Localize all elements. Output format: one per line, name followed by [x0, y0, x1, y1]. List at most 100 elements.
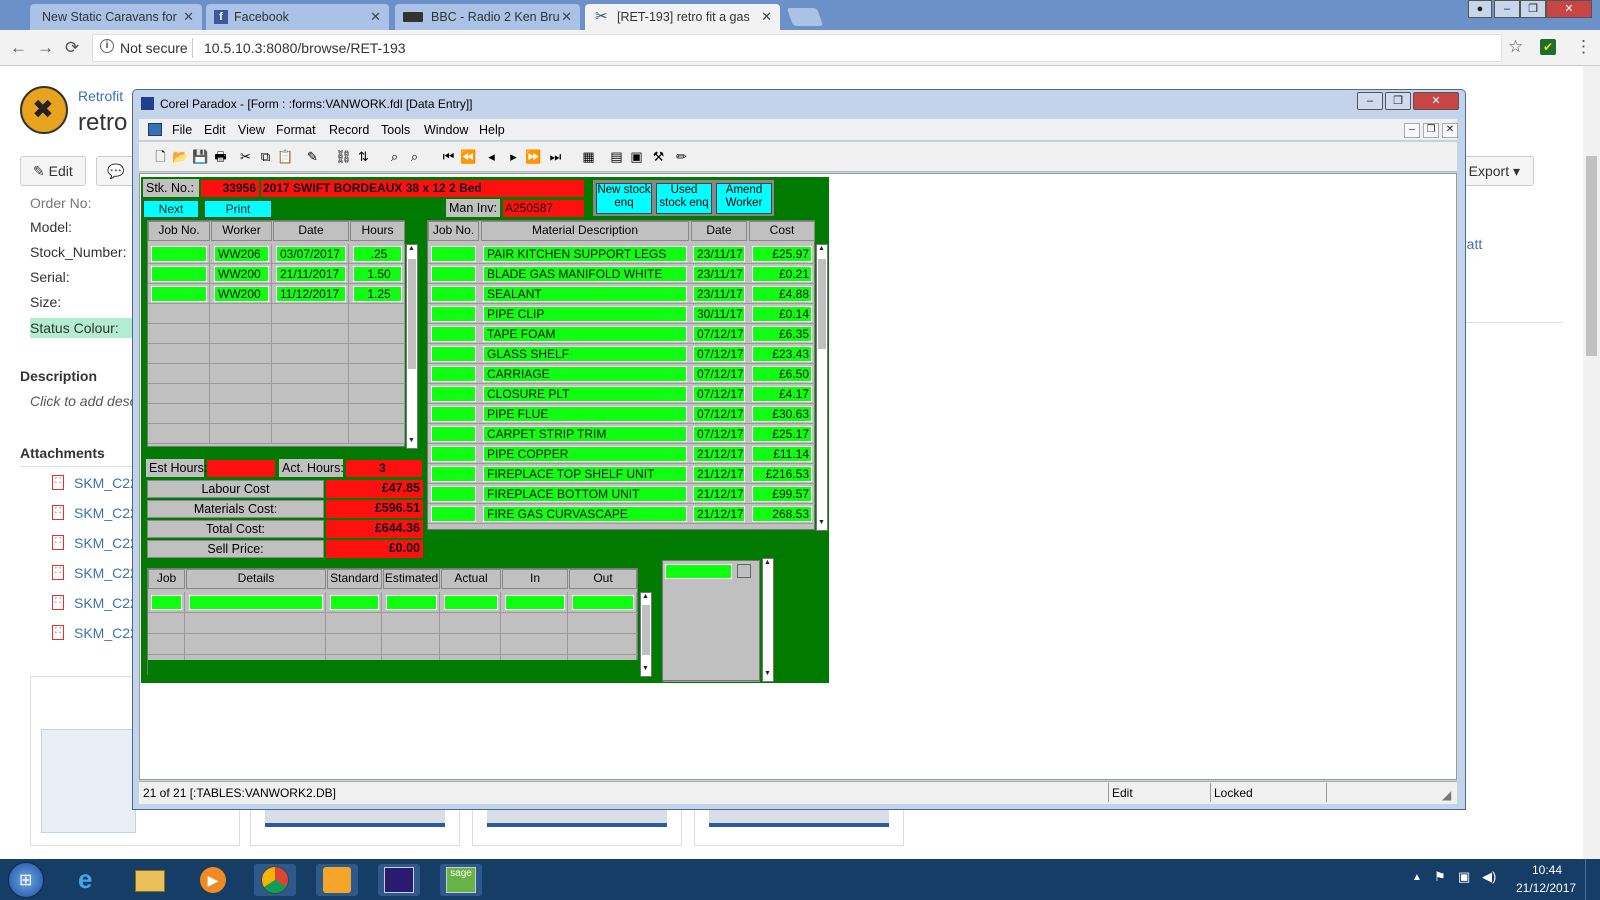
cell-date[interactable]: 21/12/17: [693, 486, 745, 502]
total-value[interactable]: £47.85: [326, 480, 423, 498]
print-icon[interactable]: 🖶: [212, 148, 229, 165]
scrollbar-thumb[interactable]: [1586, 156, 1597, 356]
table-row[interactable]: [148, 384, 405, 404]
cell-cost[interactable]: £4.17: [752, 386, 812, 402]
cell-description[interactable]: CLOSURE PLT: [483, 386, 687, 402]
paste-icon[interactable]: 📋: [277, 148, 294, 165]
project-link[interactable]: Retrofit: [78, 88, 123, 104]
last-record-icon[interactable]: ⏭: [547, 148, 564, 165]
scrollbar-thumb[interactable]: [642, 605, 650, 655]
cell-cost[interactable]: £25.97: [752, 246, 812, 262]
form-icon[interactable]: [148, 123, 162, 136]
job-cell[interactable]: [386, 595, 437, 610]
minimize-button[interactable]: ‒: [1494, 0, 1520, 18]
total-value[interactable]: £0.00: [326, 540, 423, 558]
cell-job[interactable]: [431, 266, 476, 282]
menu-item-view[interactable]: View: [238, 123, 265, 137]
total-value[interactable]: £596.51: [326, 500, 423, 518]
cut-icon[interactable]: ✂: [237, 148, 254, 165]
tools-icon[interactable]: ⚒: [650, 148, 667, 165]
scrollbar-thumb[interactable]: [818, 259, 826, 349]
menu-item-window[interactable]: Window: [424, 123, 468, 137]
edit-button[interactable]: ✎ Edit: [20, 156, 86, 186]
labour-scrollbar[interactable]: ▲ ▼: [406, 244, 418, 449]
cell-cost[interactable]: £0.21: [752, 266, 812, 282]
flag-icon[interactable]: ⚑: [1434, 869, 1446, 885]
cell-date[interactable]: 07/12/17: [693, 386, 745, 402]
cell-description[interactable]: GLASS SHELF: [483, 346, 687, 362]
menu-item-record[interactable]: Record: [329, 123, 369, 137]
cell-job[interactable]: [431, 346, 476, 362]
next-set-icon[interactable]: ⏩: [525, 148, 542, 165]
cell-job[interactable]: [431, 466, 476, 482]
browser-tab[interactable]: f Facebook ✕: [206, 4, 389, 30]
stk-desc-field[interactable]: 2017 SWIFT BORDEAUX 38 x 12 2 Bed: [261, 180, 584, 197]
cell-date[interactable]: 23/11/17: [693, 286, 745, 302]
cell-cost[interactable]: £30.63: [752, 406, 812, 422]
minimize-button[interactable]: ‒: [1357, 92, 1383, 110]
est-hours-field[interactable]: [207, 460, 275, 477]
scroll-up-icon[interactable]: ▲: [408, 245, 415, 252]
clock-time[interactable]: 10:44: [1532, 863, 1562, 877]
attachment-link[interactable]: SKM_C22: [74, 625, 138, 641]
menu-icon[interactable]: ⋮: [1575, 37, 1592, 57]
outlook-taskbar-icon[interactable]: [316, 864, 358, 896]
cell-description[interactable]: FIREPLACE BOTTOM UNIT: [483, 486, 687, 502]
menu-item-tools[interactable]: Tools: [381, 123, 410, 137]
cell-date[interactable]: 07/12/17: [693, 366, 745, 382]
prev-record-icon[interactable]: ◂: [483, 148, 500, 165]
cell-date[interactable]: 30/11/17: [693, 306, 745, 322]
cell-cost[interactable]: £6.35: [752, 326, 812, 342]
cell-description[interactable]: PIPE COPPER: [483, 446, 687, 462]
cell-job[interactable]: [431, 366, 476, 382]
table-row[interactable]: [148, 324, 405, 344]
scroll-up-icon[interactable]: ▲: [818, 245, 825, 252]
menu-item-help[interactable]: Help: [479, 123, 505, 137]
cell-job[interactable]: [431, 506, 476, 522]
chrome-taskbar-icon[interactable]: [254, 864, 296, 896]
bookmark-star-icon[interactable]: ☆: [1508, 37, 1523, 57]
save-icon[interactable]: 💾: [192, 148, 209, 165]
volume-icon[interactable]: ◀): [1482, 869, 1496, 885]
act-hours-field[interactable]: 3: [346, 460, 422, 477]
description-placeholder[interactable]: Click to add desc: [30, 393, 137, 409]
back-icon[interactable]: ←: [10, 38, 27, 58]
child-minimize-button[interactable]: ‒: [1404, 123, 1420, 138]
browser-tab[interactable]: BBC - Radio 2 Ken Bru ✕: [395, 4, 580, 30]
next-page-button[interactable]: Next Page: [143, 200, 199, 232]
clock-date[interactable]: 21/12/2017: [1516, 881, 1576, 895]
close-icon[interactable]: ✕: [183, 9, 194, 25]
first-record-icon[interactable]: ⏮: [440, 148, 457, 165]
replace-icon[interactable]: ⌕: [406, 148, 423, 165]
attachment-link[interactable]: SKM_C22: [74, 565, 138, 581]
attachment-link[interactable]: SKM_C22: [74, 595, 138, 611]
cell-hours[interactable]: 1.25: [353, 286, 402, 302]
attachment-link[interactable]: SKM_C22: [74, 505, 138, 521]
close-icon[interactable]: ✕: [370, 9, 381, 25]
cell-job[interactable]: [431, 406, 476, 422]
design-icon[interactable]: ✎: [304, 148, 321, 165]
job-cell[interactable]: [330, 595, 379, 610]
cell-worker[interactable]: WW200: [214, 286, 269, 302]
cell-cost[interactable]: £4.88: [752, 286, 812, 302]
query-icon[interactable]: ▣: [628, 148, 645, 165]
cell-description[interactable]: BLADE GAS MANIFOLD WHITE: [483, 266, 687, 282]
cell-cost[interactable]: £6.50: [752, 366, 812, 382]
cell-cost[interactable]: £0.14: [752, 306, 812, 322]
attachment-link[interactable]: SKM_C22: [74, 475, 138, 491]
cell-date[interactable]: 03/07/2017: [276, 246, 346, 262]
maximize-button[interactable]: ❐: [1385, 92, 1411, 110]
new-stock-enq-button[interactable]: New stock enq: [596, 183, 652, 214]
total-value[interactable]: £644.36: [326, 520, 423, 538]
menu-item-format[interactable]: Format: [276, 123, 316, 137]
table-row[interactable]: [148, 364, 405, 384]
cell-hours[interactable]: 1.50: [353, 266, 402, 282]
cell-job[interactable]: [431, 306, 476, 322]
scroll-up-icon[interactable]: ▲: [642, 593, 649, 600]
scroll-down-icon[interactable]: ▼: [642, 665, 649, 672]
cell-job[interactable]: [431, 326, 476, 342]
job-cell[interactable]: [572, 595, 634, 610]
cell-date[interactable]: 21/12/17: [693, 506, 745, 522]
cell-job[interactable]: [431, 246, 476, 262]
next-record-icon[interactable]: ▸: [505, 148, 522, 165]
